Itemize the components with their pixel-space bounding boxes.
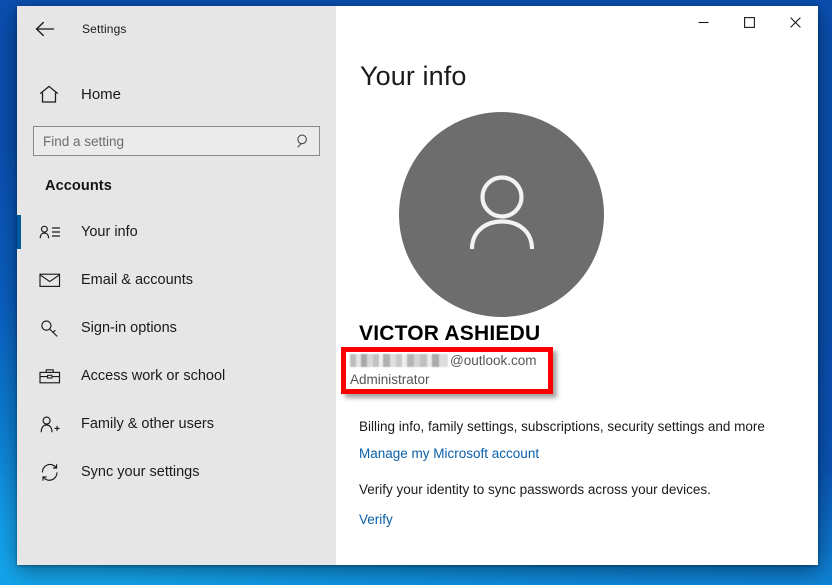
sidebar-item-email-accounts-label: Email & accounts (81, 272, 193, 288)
sidebar-item-access-work-school-label: Access work or school (81, 368, 225, 384)
sidebar-item-home-label: Home (81, 86, 121, 103)
window-titlebar-left: Settings (17, 6, 336, 52)
minimize-icon (697, 16, 710, 29)
close-button[interactable] (772, 6, 818, 38)
sidebar-item-family-other-users[interactable]: Family & other users (17, 400, 336, 448)
sidebar-nav-list: Your info Email & accounts (17, 208, 336, 496)
sidebar-item-email-accounts[interactable]: Email & accounts (17, 256, 336, 304)
sidebar-item-your-info-label: Your info (81, 224, 138, 240)
home-icon (39, 85, 65, 104)
sidebar-item-signin-options[interactable]: Sign-in options (17, 304, 336, 352)
account-role: Administrator (350, 372, 430, 387)
envelope-icon (39, 272, 65, 288)
verify-description: Verify your identity to sync passwords a… (359, 482, 711, 497)
maximize-button[interactable] (726, 6, 772, 38)
account-email: @outlook.com (350, 352, 537, 369)
sidebar-item-sync-settings[interactable]: Sync your settings (17, 448, 336, 496)
sidebar-item-your-info[interactable]: Your info (17, 208, 336, 256)
verify-link[interactable]: Verify (359, 512, 393, 527)
sidebar-item-family-other-users-label: Family & other users (81, 416, 214, 432)
page-title: Your info (360, 61, 467, 92)
back-arrow-icon (35, 21, 55, 37)
person-add-icon (39, 415, 65, 434)
window-title: Settings (82, 22, 127, 36)
billing-description: Billing info, family settings, subscript… (359, 419, 765, 434)
sidebar-item-access-work-school[interactable]: Access work or school (17, 352, 336, 400)
sidebar-section-heading: Accounts (45, 178, 336, 194)
account-name: VICTOR ASHIEDU (359, 322, 540, 346)
avatar (399, 112, 604, 317)
sidebar-item-signin-options-label: Sign-in options (81, 320, 177, 336)
sync-refresh-icon (39, 463, 65, 482)
back-button[interactable] (22, 9, 68, 49)
minimize-button[interactable] (680, 6, 726, 38)
content-pane: Your info VICTOR ASHIEDU @outlook.com Ad… (336, 6, 818, 565)
search-icon[interactable] (296, 134, 311, 149)
sidebar-item-sync-settings-label: Sync your settings (81, 464, 199, 480)
person-silhouette-icon (454, 164, 550, 265)
redacted-email-prefix (350, 354, 448, 367)
manage-microsoft-account-link[interactable]: Manage my Microsoft account (359, 446, 539, 461)
account-email-domain: @outlook.com (450, 353, 537, 368)
key-icon (39, 319, 65, 338)
search-box[interactable] (33, 126, 320, 156)
selection-indicator (17, 215, 21, 249)
maximize-icon (743, 16, 756, 29)
sidebar-item-home[interactable]: Home (17, 74, 336, 114)
window-controls (680, 6, 818, 38)
close-icon (789, 16, 802, 29)
settings-window: Settings Home Accounts (17, 6, 818, 565)
search-input[interactable] (34, 127, 319, 155)
sidebar: Settings Home Accounts (17, 6, 336, 565)
briefcase-icon (39, 368, 65, 385)
contact-card-icon (39, 224, 65, 240)
